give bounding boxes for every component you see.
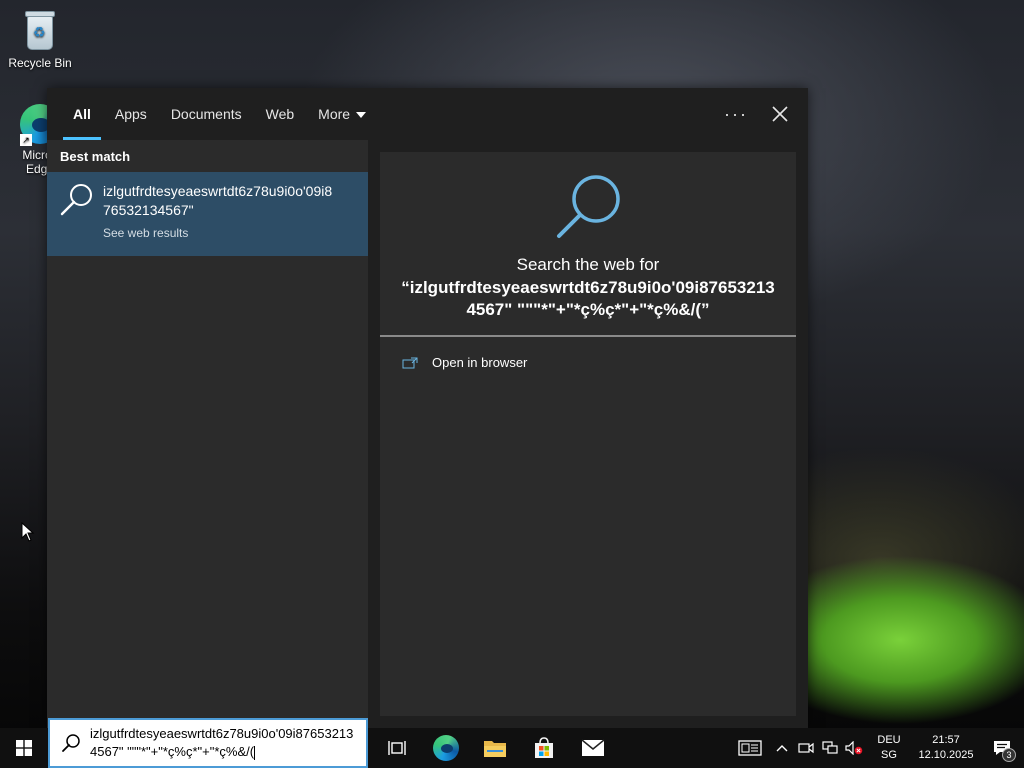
search-flyout: All Apps Documents Web More ··· Best mat…	[47, 88, 808, 728]
clock-time: 21:57	[932, 734, 960, 746]
tab-web[interactable]: Web	[254, 88, 307, 140]
keyboard-layout: SG	[881, 749, 897, 761]
recycle-bin-desktop-icon[interactable]: ♻ Recycle Bin	[2, 8, 78, 70]
recycle-bin-icon: ♻	[23, 8, 57, 52]
edge-taskbar-button[interactable]	[421, 728, 470, 768]
store-icon	[534, 737, 553, 758]
task-view-button[interactable]	[372, 728, 421, 768]
windows-logo-icon	[16, 740, 32, 756]
tab-documents[interactable]: Documents	[159, 88, 254, 140]
system-tray: DEU SG 21:57 12.10.2025 3	[730, 728, 1024, 768]
mail-icon	[581, 739, 604, 756]
show-hidden-icons-button[interactable]	[770, 728, 794, 768]
chevron-up-icon	[776, 745, 788, 752]
more-options-button[interactable]: ···	[724, 104, 748, 125]
shortcut-arrow-icon: ↗	[20, 134, 32, 146]
web-search-icon	[557, 175, 620, 238]
search-tabs: All Apps Documents Web More ···	[47, 88, 808, 140]
preview-pane: Search the web for “izlgutfrdtesyeaeswrt…	[380, 152, 796, 716]
edge-icon	[432, 735, 459, 761]
mouse-cursor-icon	[21, 522, 35, 542]
search-icon	[60, 184, 92, 216]
action-center-button[interactable]: 3	[980, 728, 1024, 768]
taskbar-search-box[interactable]: izlgutfrdtesyeaeswrtdt6z78u9i0o'09i87653…	[48, 718, 368, 768]
close-icon[interactable]	[770, 104, 790, 124]
open-in-browser-label: Open in browser	[432, 355, 528, 370]
file-explorer-button[interactable]	[470, 728, 519, 768]
tab-apps[interactable]: Apps	[103, 88, 159, 140]
search-input[interactable]: izlgutfrdtesyeaeswrtdt6z78u9i0o'09i87653…	[90, 725, 360, 761]
input-language-button[interactable]: DEU SG	[872, 733, 906, 763]
volume-muted-icon	[845, 741, 863, 755]
volume-button[interactable]	[842, 728, 866, 768]
language-code: DEU	[877, 734, 901, 746]
preview-query: “izlgutfrdtesyeaeswrtdt6z78u9i0o'09i8765…	[401, 278, 775, 319]
store-button[interactable]	[519, 728, 568, 768]
news-icon	[738, 740, 762, 756]
best-match-heading: Best match	[60, 149, 131, 164]
mail-button[interactable]	[568, 728, 617, 768]
news-widget-button[interactable]	[730, 728, 770, 768]
start-button[interactable]	[0, 728, 48, 768]
chevron-down-icon	[356, 112, 367, 119]
tab-all[interactable]: All	[61, 88, 103, 140]
open-in-browser-icon	[402, 357, 418, 368]
notification-count-badge: 3	[1002, 748, 1016, 762]
folder-icon	[483, 741, 506, 757]
clock[interactable]: 21:57 12.10.2025	[912, 733, 980, 763]
meet-now-button[interactable]	[794, 728, 818, 768]
preview-heading: Search the web for	[516, 255, 660, 274]
best-match-result[interactable]: izlgutfrdtesyeaeswrtdt6z78u9i0o'09i87653…	[47, 172, 368, 256]
meet-icon	[798, 742, 814, 754]
search-icon	[62, 734, 80, 752]
network-icon	[822, 741, 838, 754]
recycle-bin-label: Recycle Bin	[8, 56, 72, 70]
clock-date: 12.10.2025	[918, 749, 974, 761]
network-button[interactable]	[818, 728, 842, 768]
open-in-browser-action[interactable]: Open in browser	[380, 337, 796, 388]
best-match-subtitle: See web results	[103, 226, 189, 240]
results-list: Best match izlgutfrdtesyeaeswrtdt6z78u9i…	[47, 140, 368, 728]
best-match-title: izlgutfrdtesyeaeswrtdt6z78u9i0o'09i87653…	[103, 183, 333, 218]
task-view-icon	[387, 741, 406, 755]
tab-more[interactable]: More	[306, 88, 378, 140]
